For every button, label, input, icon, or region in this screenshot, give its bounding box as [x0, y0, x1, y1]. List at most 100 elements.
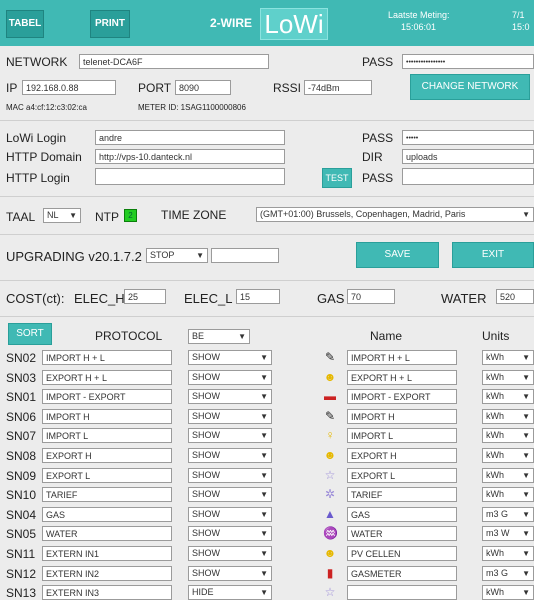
show-hide-select[interactable]: SHOW ▼: [188, 487, 272, 502]
chevron-down-icon: ▼: [260, 431, 268, 440]
ntp-label: NTP: [95, 210, 119, 224]
timezone-label: TIME ZONE: [161, 208, 227, 222]
unit-select-value: m3 G: [486, 509, 509, 519]
test-button[interactable]: TEST: [322, 168, 352, 188]
sensor-name-input[interactable]: TARIEF: [347, 487, 457, 502]
show-hide-select[interactable]: SHOW ▼: [188, 409, 272, 424]
chevron-down-icon: ▼: [69, 211, 77, 220]
protocol-label: PROTOCOL: [95, 329, 163, 343]
unit-select[interactable]: kWh ▼: [482, 428, 534, 443]
unit-select[interactable]: m3 G ▼: [482, 507, 534, 522]
http-domain-field[interactable]: http://vps-10.danteck.nl: [95, 149, 285, 164]
sensor-name-input[interactable]: PV CELLEN: [347, 546, 457, 561]
sensor-field-input[interactable]: WATER: [42, 526, 172, 541]
sensor-name-input[interactable]: EXPORT H: [347, 448, 457, 463]
unit-select[interactable]: m3 G ▼: [482, 566, 534, 581]
unit-select-value: kWh: [486, 548, 504, 558]
sensor-field-input[interactable]: IMPORT H + L: [42, 350, 172, 365]
taal-select[interactable]: NL ▼: [43, 208, 81, 223]
divider: [0, 316, 534, 317]
unit-select-value: m3 G: [486, 568, 509, 578]
sensor-field-input[interactable]: EXPORT L: [42, 468, 172, 483]
show-hide-select[interactable]: SHOW ▼: [188, 350, 272, 365]
chevron-down-icon: ▼: [260, 451, 268, 460]
sensor-field-input[interactable]: IMPORT - EXPORT: [42, 389, 172, 404]
exit-button[interactable]: EXIT: [452, 242, 534, 268]
change-network-button[interactable]: CHANGE NETWORK: [410, 74, 530, 100]
sort-button[interactable]: SORT: [8, 323, 52, 345]
water-field[interactable]: 520: [496, 289, 534, 304]
sensor-name-input[interactable]: GAS: [347, 507, 457, 522]
unit-select-value: kWh: [486, 470, 504, 480]
sensor-name-input[interactable]: IMPORT L: [347, 428, 457, 443]
elec-h-field[interactable]: 25: [124, 289, 166, 304]
save-button[interactable]: SAVE: [356, 242, 439, 268]
tabel-button[interactable]: TABEL: [6, 10, 44, 38]
unit-select[interactable]: kWh ▼: [482, 389, 534, 404]
rssi-field[interactable]: -74dBm: [304, 80, 372, 95]
show-hide-select[interactable]: SHOW ▼: [188, 428, 272, 443]
timezone-select[interactable]: (GMT+01:00) Brussels, Copenhagen, Madrid…: [256, 207, 534, 222]
unit-select[interactable]: kWh ▼: [482, 370, 534, 385]
lowi-login-field[interactable]: andre: [95, 130, 285, 145]
show-hide-select[interactable]: SHOW ▼: [188, 507, 272, 522]
show-hide-select[interactable]: SHOW ▼: [188, 448, 272, 463]
sensor-name-input[interactable]: IMPORT H: [347, 409, 457, 424]
dir-field[interactable]: uploads: [402, 149, 534, 164]
chevron-down-icon: ▼: [260, 490, 268, 499]
show-hide-select[interactable]: SHOW ▼: [188, 370, 272, 385]
sensor-field-input[interactable]: EXPORT H + L: [42, 370, 172, 385]
sensor-field-input[interactable]: EXTERN IN2: [42, 566, 172, 581]
sensor-name-input[interactable]: IMPORT - EXPORT: [347, 389, 457, 404]
sensor-id-label: SN07: [6, 429, 37, 443]
sensor-name-input[interactable]: IMPORT H + L: [347, 350, 457, 365]
show-hide-select[interactable]: SHOW ▼: [188, 566, 272, 581]
sensor-name-input[interactable]: [347, 585, 457, 600]
show-hide-select[interactable]: SHOW ▼: [188, 468, 272, 483]
unit-select[interactable]: kWh ▼: [482, 487, 534, 502]
network-pass-field[interactable]: ••••••••••••••••: [402, 54, 534, 69]
network-ssid-field[interactable]: telenet-DCA6F: [79, 54, 269, 69]
upgrade-input[interactable]: [211, 248, 279, 263]
elec-l-field[interactable]: 15: [236, 289, 280, 304]
http-pass-field[interactable]: [402, 168, 534, 185]
unit-select[interactable]: kWh ▼: [482, 350, 534, 365]
unit-select[interactable]: kWh ▼: [482, 448, 534, 463]
chevron-down-icon: ▼: [260, 412, 268, 421]
lowi-pass-field[interactable]: •••••: [402, 130, 534, 145]
sensor-field-input[interactable]: EXTERN IN1: [42, 546, 172, 561]
http-login-field[interactable]: [95, 168, 285, 185]
sensor-name-input[interactable]: EXPORT H + L: [347, 370, 457, 385]
port-field[interactable]: 8090: [175, 80, 231, 95]
unit-select[interactable]: kWh ▼: [482, 546, 534, 561]
show-hide-select-value: SHOW: [192, 430, 220, 440]
sensor-name-input[interactable]: WATER: [347, 526, 457, 541]
chevron-down-icon: ▼: [260, 588, 268, 597]
show-hide-select-value: HIDE: [192, 587, 214, 597]
gas-field[interactable]: 70: [347, 289, 395, 304]
show-hide-select[interactable]: HIDE ▼: [188, 585, 272, 600]
unit-select[interactable]: m3 W ▼: [482, 526, 534, 541]
ip-field[interactable]: 192.168.0.88: [22, 80, 116, 95]
show-hide-select-value: SHOW: [192, 391, 220, 401]
sensor-name-input[interactable]: EXPORT L: [347, 468, 457, 483]
show-hide-select[interactable]: SHOW ▼: [188, 546, 272, 561]
sensor-id-label: SN13: [6, 586, 37, 600]
show-hide-select[interactable]: SHOW ▼: [188, 389, 272, 404]
unit-select[interactable]: kWh ▼: [482, 468, 534, 483]
sensor-field-input[interactable]: GAS: [42, 507, 172, 522]
upgrade-select[interactable]: STOP ▼: [146, 248, 208, 263]
faucet-icon: ♒: [323, 526, 338, 540]
unit-select[interactable]: kWh ▼: [482, 409, 534, 424]
sensor-field-input[interactable]: EXPORT H: [42, 448, 172, 463]
show-hide-select-value: SHOW: [192, 470, 220, 480]
show-hide-select[interactable]: SHOW ▼: [188, 526, 272, 541]
protocol-select[interactable]: BE ▼: [188, 329, 250, 344]
sensor-name-input[interactable]: GASMETER: [347, 566, 457, 581]
sensor-field-input[interactable]: IMPORT L: [42, 428, 172, 443]
sensor-field-input[interactable]: IMPORT H: [42, 409, 172, 424]
unit-select[interactable]: kWh ▼: [482, 585, 534, 600]
sensor-field-input[interactable]: TARIEF: [42, 487, 172, 502]
print-button[interactable]: PRINT: [90, 10, 130, 38]
sensor-field-input[interactable]: EXTERN IN3: [42, 585, 172, 600]
